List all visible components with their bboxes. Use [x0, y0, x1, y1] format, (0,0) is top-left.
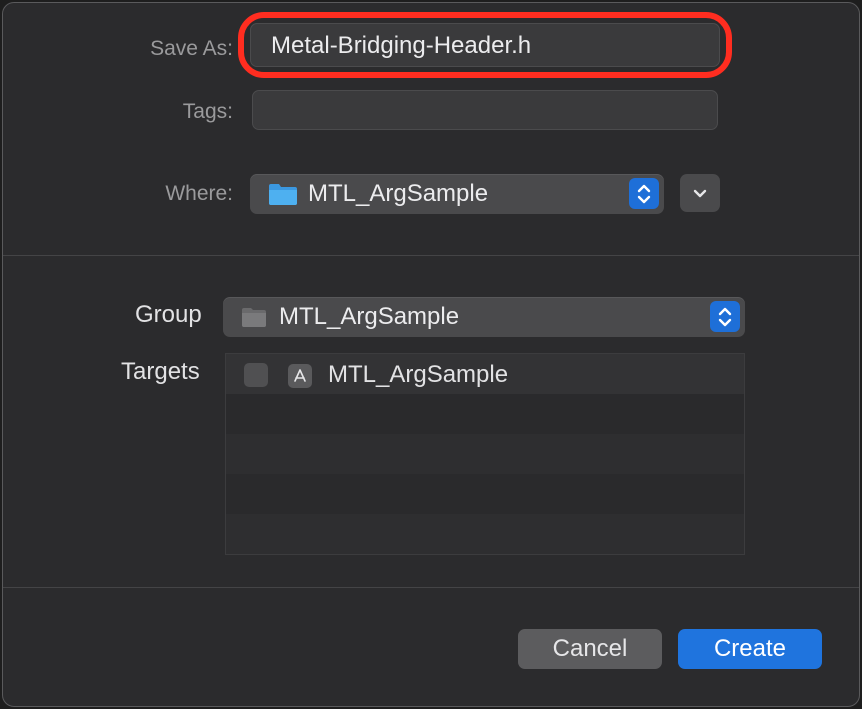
group-label: Group: [135, 301, 202, 328]
app-target-icon: [288, 364, 312, 388]
tags-field[interactable]: [252, 90, 718, 130]
list-row-empty: [226, 514, 744, 554]
where-popup[interactable]: MTL_ArgSample: [250, 174, 664, 214]
group-value: MTL_ArgSample: [279, 303, 460, 330]
cancel-button[interactable]: Cancel: [518, 629, 662, 669]
list-row-empty: [226, 434, 744, 474]
save-dialog: Save As: Metal-Bridging-Header.h Tags: W…: [2, 2, 860, 707]
chevron-down-icon: [693, 189, 707, 198]
create-button[interactable]: Create: [678, 629, 822, 669]
save-as-label: Save As:: [150, 37, 233, 60]
list-row-empty: [226, 394, 744, 434]
save-as-value: Metal-Bridging-Header.h: [271, 32, 532, 59]
where-value: MTL_ArgSample: [308, 180, 489, 207]
group-popup[interactable]: MTL_ArgSample: [223, 297, 745, 337]
expand-button[interactable]: [680, 174, 720, 212]
divider-top: [3, 255, 859, 256]
target-checkbox[interactable]: [244, 363, 268, 387]
divider-bottom: [3, 587, 859, 588]
targets-list: MTL_ArgSample: [225, 353, 745, 555]
where-label: Where:: [165, 182, 233, 205]
target-label: MTL_ArgSample: [328, 361, 509, 388]
tags-label: Tags:: [182, 100, 233, 123]
targets-label: Targets: [121, 358, 200, 385]
folder-icon: [241, 306, 267, 335]
folder-icon: [268, 182, 298, 213]
list-row-empty: [226, 474, 744, 514]
save-as-field[interactable]: Metal-Bridging-Header.h: [250, 23, 720, 67]
target-row[interactable]: MTL_ArgSample: [226, 354, 744, 394]
group-stepper-icon: [710, 301, 740, 332]
where-stepper-icon: [629, 178, 659, 209]
